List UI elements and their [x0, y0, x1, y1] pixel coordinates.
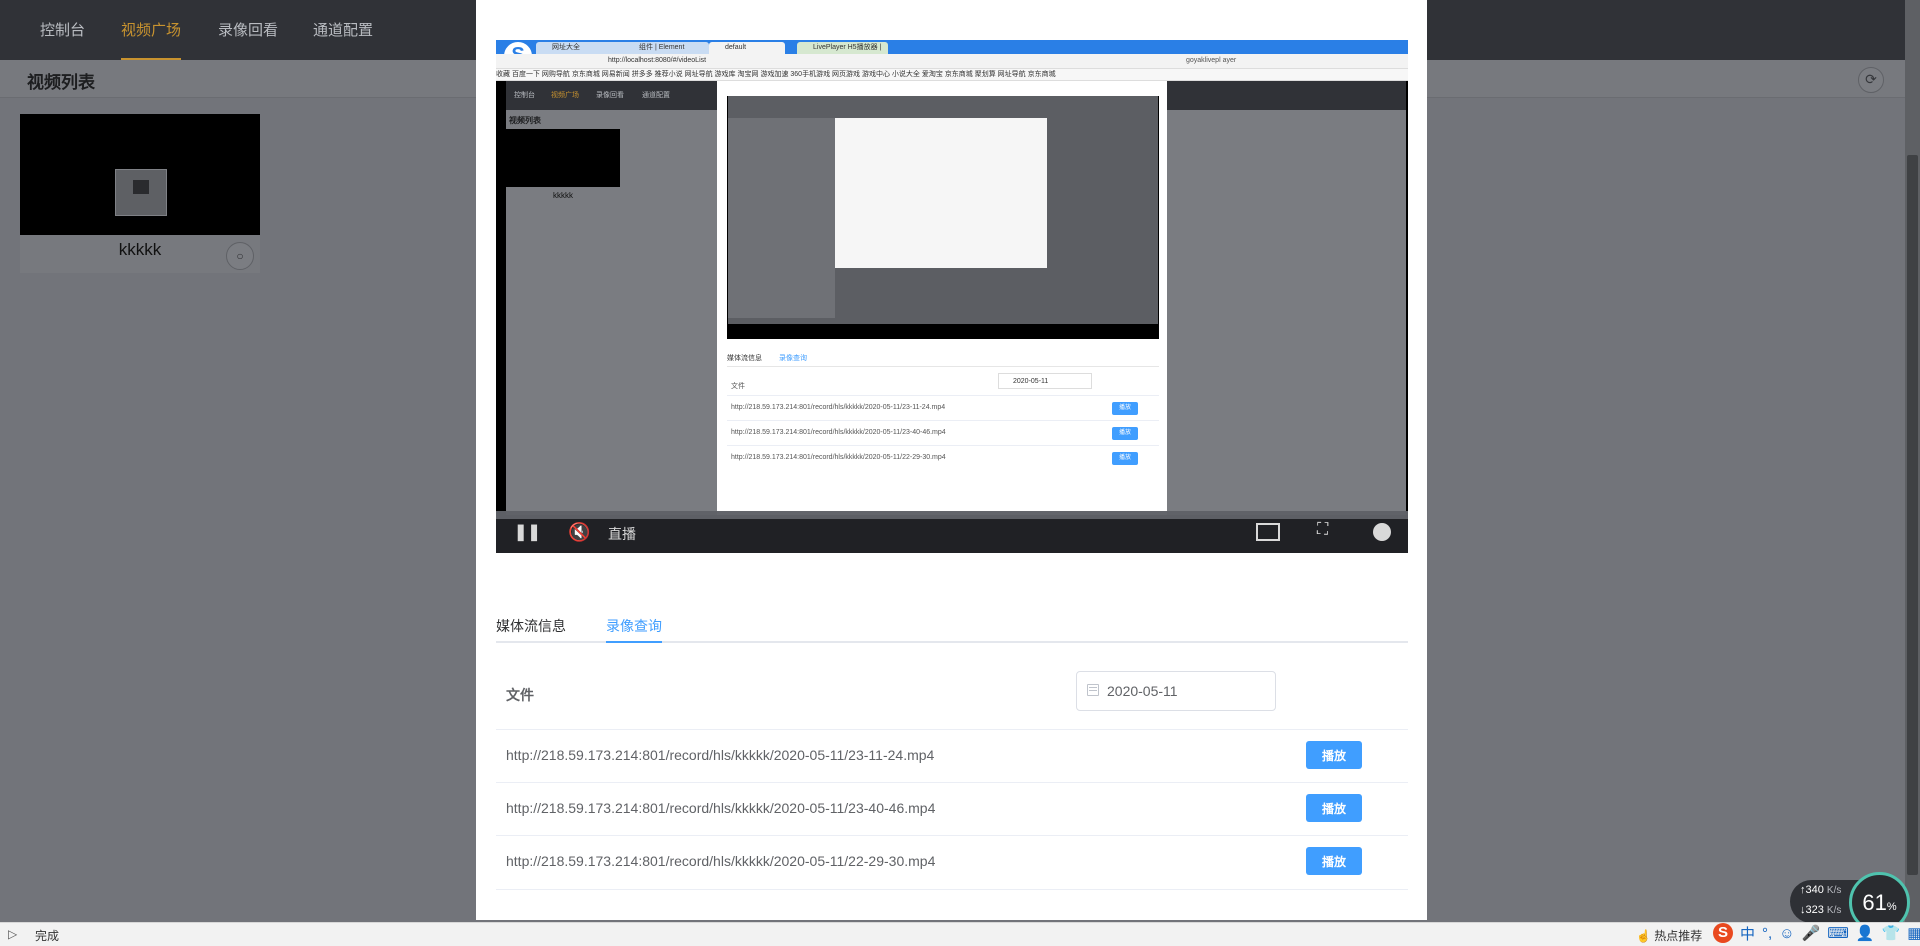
snapshot-icon[interactable] — [1256, 523, 1280, 541]
video-card[interactable]: kkkkk ○ — [20, 114, 260, 273]
inner-tab-media: 媒体流信息 — [727, 355, 762, 362]
nav-item-console[interactable]: 控制台 — [40, 0, 85, 60]
refresh-icon[interactable]: ⟳ — [1858, 67, 1884, 93]
inner-nav-item: 录像回看 — [596, 92, 624, 99]
stream-address-bar: http://localhost:8080/#/videoList goyakl… — [496, 54, 1408, 69]
download-speed: ↓323 K/s — [1800, 904, 1842, 916]
play-button[interactable]: 播放 — [1306, 794, 1362, 822]
inner-play-button: 播放 — [1112, 427, 1138, 440]
stream-inner-page: 控制台 视频广场 录像回看 通道配置 视频列表 kkkkk 媒体流信息 录像查询 — [506, 81, 1406, 515]
nav-item-playback[interactable]: 录像回看 — [218, 0, 278, 60]
pause-icon[interactable]: ❚❚ — [514, 522, 541, 542]
progress-bar[interactable] — [496, 511, 1408, 519]
usage-unit: % — [1886, 901, 1897, 913]
nested-screen-dark — [728, 118, 835, 318]
inner-page-title: 视频列表 — [509, 116, 541, 125]
video-player[interactable]: 网址大全 组件 | Element default LivePlayer H5播… — [496, 40, 1408, 553]
video-dialog: 网址大全 组件 | Element default LivePlayer H5播… — [476, 0, 1427, 920]
play-button[interactable]: 播放 — [1306, 741, 1362, 769]
inner-thumbnail — [506, 129, 620, 187]
inner-card-name: kkkkk — [553, 191, 573, 200]
search-icon[interactable]: ○ — [226, 242, 254, 270]
inner-tab-record: 录像查询 — [779, 353, 807, 367]
calendar-icon — [1087, 684, 1099, 696]
status-text: 完成 — [35, 929, 60, 943]
video-card-name: kkkkk — [118, 240, 162, 259]
ime-toolbar[interactable]: S 中 °, ☺ 🎤 ⌨ 👤 👕 ▦ — [1713, 921, 1920, 945]
scrollbar-thumb[interactable] — [1907, 155, 1918, 875]
hot-recommend-label: 热点推荐 — [1654, 929, 1703, 943]
speed-unit: K/s — [1826, 905, 1842, 916]
grid-icon[interactable]: ▦ — [1907, 924, 1920, 942]
thumbnail-preview — [115, 169, 167, 216]
inner-nav-item: 通道配置 — [642, 92, 670, 99]
table-row: http://218.59.173.214:801/record/hls/kkk… — [496, 835, 1408, 889]
table-row: http://218.59.173.214:801/record/hls/kkk… — [496, 782, 1408, 836]
speed-unit: K/s — [1826, 885, 1842, 896]
mute-icon[interactable]: 🔇 — [568, 522, 590, 543]
inner-file-label: 文件 — [731, 383, 745, 390]
tab-media-info[interactable]: 媒体流信息 — [496, 616, 566, 636]
inner-row-url: http://218.59.173.214:801/record/hls/kkk… — [731, 429, 946, 436]
user-icon[interactable]: 👤 — [1856, 924, 1875, 942]
record-url: http://218.59.173.214:801/record/hls/kkk… — [506, 853, 936, 869]
date-picker[interactable]: 2020-05-11 — [1076, 671, 1276, 711]
inner-play-button: 播放 — [1112, 402, 1138, 415]
inner-tab-divider — [727, 366, 1159, 367]
record-url: http://218.59.173.214:801/record/hls/kkk… — [506, 747, 935, 763]
inner-play-button: 播放 — [1112, 452, 1138, 465]
table-bottom-border — [496, 889, 1408, 890]
inner-row: http://218.59.173.214:801/record/hls/kkk… — [727, 445, 1159, 471]
play-icon[interactable]: ▷ — [8, 927, 17, 941]
stream-tab: LivePlayer H5播放器 | — [797, 42, 888, 54]
ime-mode[interactable]: 中 — [1740, 923, 1755, 944]
inner-row: http://218.59.173.214:801/record/hls/kkk… — [727, 395, 1159, 421]
stream-tab: default — [709, 42, 785, 54]
inner-row-url: http://218.59.173.214:801/record/hls/kkk… — [731, 454, 946, 461]
inner-date-field: 2020-05-11 — [998, 373, 1092, 389]
inner-player — [727, 96, 1159, 339]
ime-punct[interactable]: °, — [1762, 925, 1772, 942]
inner-nav-item: 控制台 — [514, 92, 535, 99]
browser-status-bar: ▷ 完成 ☝ 热点推荐 — [0, 922, 1920, 946]
play-button[interactable]: 播放 — [1306, 847, 1362, 875]
inner-player-screen — [728, 96, 1158, 324]
inner-video-card: kkkkk — [506, 129, 620, 204]
nav-item-channel-config[interactable]: 通道配置 — [313, 0, 373, 60]
stream-bookmarks: 收藏 百度一下 网购导航 京东商城 网易新闻 拼多多 推荐小说 网址导航 游戏库… — [496, 69, 1408, 81]
sogou-icon[interactable]: S — [1713, 923, 1733, 943]
date-value: 2020-05-11 — [1107, 683, 1178, 699]
inner-row-url: http://218.59.173.214:801/record/hls/kkk… — [731, 404, 946, 411]
page-title: 视频列表 — [27, 73, 95, 92]
stream-browser-tabs: 网址大全 组件 | Element default LivePlayer H5播… — [496, 40, 1408, 54]
settings-icon[interactable] — [1373, 523, 1391, 541]
live-label: 直播 — [608, 526, 636, 542]
stream-tab: 组件 | Element — [623, 42, 709, 54]
video-thumbnail[interactable] — [20, 114, 260, 235]
skin-icon[interactable]: 👕 — [1882, 924, 1901, 942]
upload-speed: ↑340 K/s — [1800, 884, 1842, 896]
microphone-icon[interactable]: 🎤 — [1802, 924, 1821, 942]
stream-search: goyaklivepl ayer — [1186, 57, 1237, 64]
stream-url: http://localhost:8080/#/videoList — [608, 57, 707, 64]
file-column-header: 文件 — [506, 687, 534, 703]
nested-screen-white — [835, 118, 1047, 268]
table-row: http://218.59.173.214:801/record/hls/kkk… — [496, 729, 1408, 783]
emoji-icon[interactable]: ☺ — [1779, 925, 1794, 942]
tab-record-query[interactable]: 录像查询 — [606, 616, 662, 636]
inner-row: http://218.59.173.214:801/record/hls/kkk… — [727, 420, 1159, 446]
download-value: 323 — [1805, 904, 1824, 916]
inner-nav-item: 视频广场 — [551, 92, 579, 99]
record-url: http://218.59.173.214:801/record/hls/kkk… — [506, 800, 936, 816]
inner-dialog: 媒体流信息 录像查询 文件 2020-05-11 http://218.59.1… — [717, 81, 1167, 515]
tab-active-indicator — [606, 641, 662, 643]
fullscreen-icon[interactable]: ⛶ — [1317, 521, 1328, 539]
usage-value: 61 — [1862, 890, 1887, 915]
nav-item-video-square[interactable]: 视频广场 — [121, 0, 182, 60]
keyboard-icon[interactable]: ⌨ — [1827, 924, 1849, 942]
hot-recommend[interactable]: ☝ 热点推荐 — [1636, 927, 1702, 944]
upload-value: 340 — [1805, 884, 1824, 896]
